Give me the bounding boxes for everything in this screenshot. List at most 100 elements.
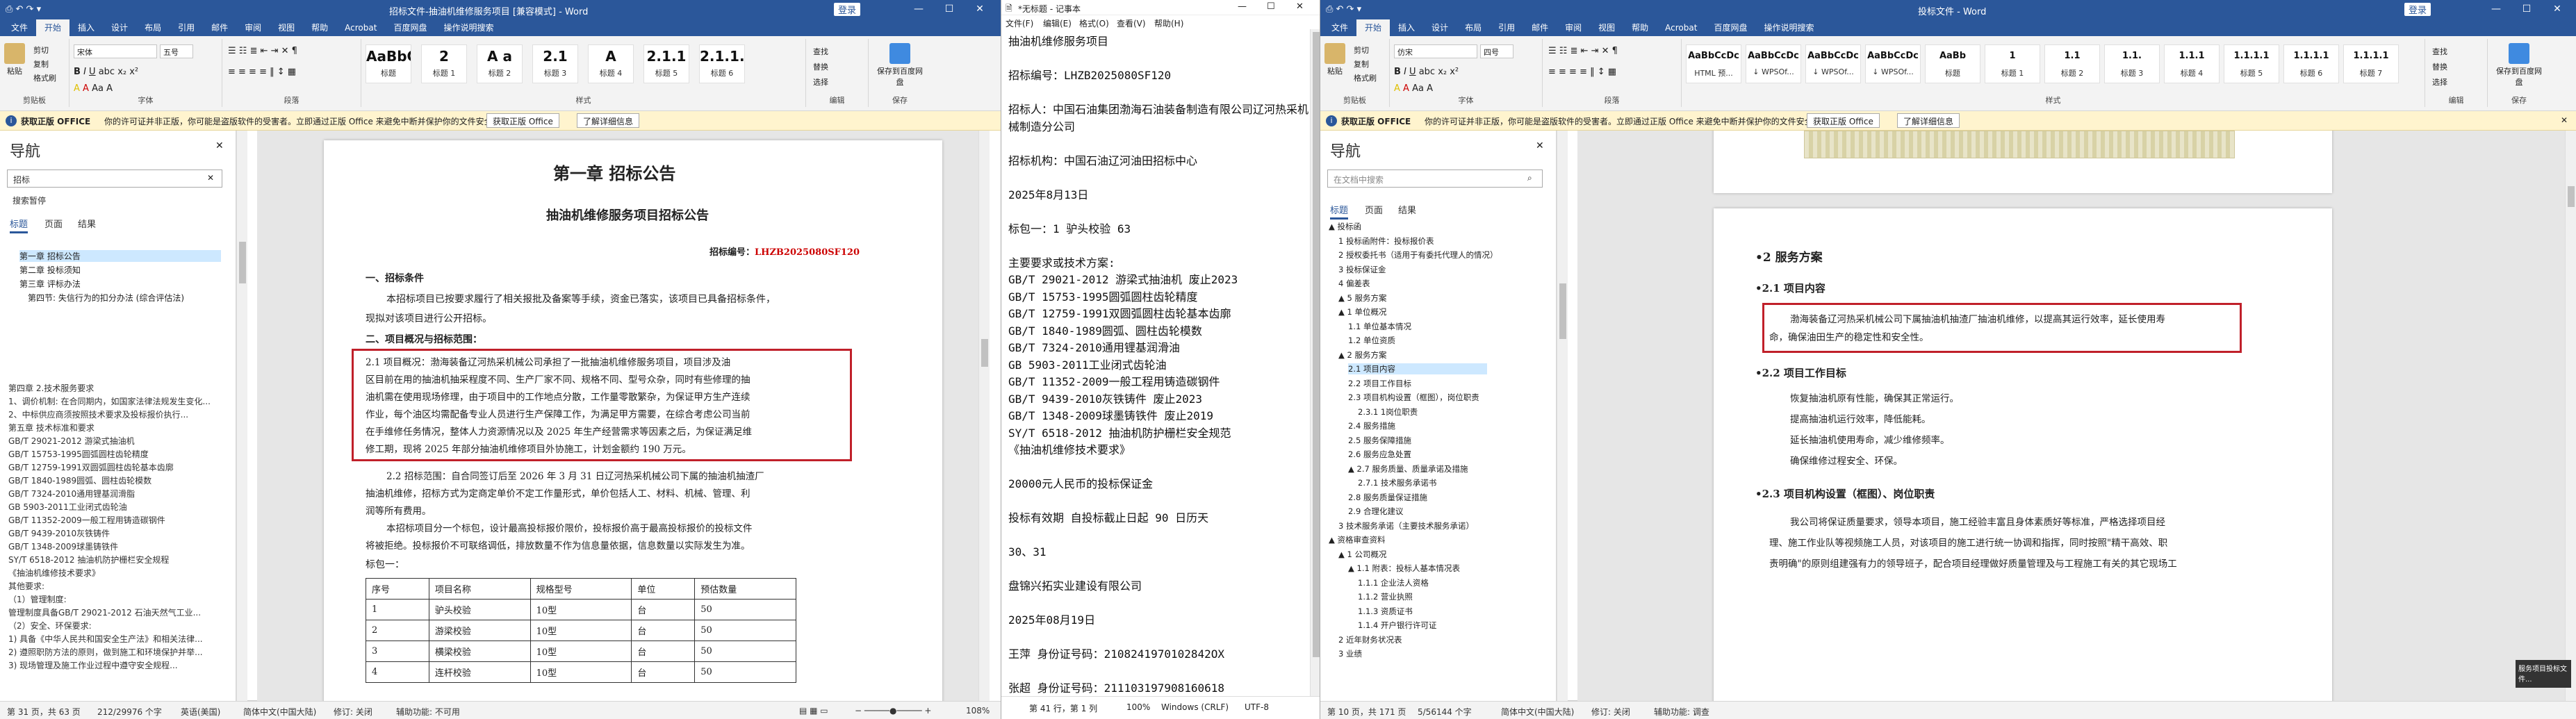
maximize-icon[interactable]: ☐ bbox=[1267, 1, 1275, 12]
nav-tree-item[interactable]: 2 授权委托书（适用于有委托代理人的情况） bbox=[1338, 249, 1498, 261]
tab-layout[interactable]: 布局 bbox=[1457, 19, 1490, 36]
document-scrollbar[interactable] bbox=[2565, 131, 2576, 701]
find-button[interactable]: 查找 bbox=[813, 46, 828, 57]
style-card[interactable]: A 标题 4 bbox=[588, 44, 634, 83]
style-card[interactable]: 2.1 标题 3 bbox=[532, 44, 578, 83]
page-count[interactable]: 第 10 页，共 171 页 bbox=[1327, 706, 1406, 718]
search-result[interactable]: 1、调价机制: 在合同期内，如国家法律法规发生变化... bbox=[8, 395, 229, 407]
format-painter-button[interactable]: 格式刷 bbox=[1354, 72, 1377, 83]
font-name-select[interactable]: 宋体 bbox=[74, 44, 157, 58]
tab-home[interactable]: 开始 bbox=[1356, 19, 1390, 36]
search-result[interactable]: 其他要求: bbox=[8, 580, 229, 592]
get-office-button[interactable]: 获取正版 Office bbox=[486, 113, 559, 128]
font-size-select[interactable]: 四号 bbox=[1480, 44, 1513, 58]
search-result[interactable]: GB/T 11352-2009一般工程用铸造碳钢件 bbox=[8, 514, 229, 526]
nav-tab-pages[interactable]: 页面 bbox=[1365, 203, 1383, 216]
close-icon[interactable]: ✕ bbox=[2542, 0, 2573, 18]
tab-references[interactable]: 引用 bbox=[170, 19, 203, 36]
nav-scrollbar[interactable] bbox=[236, 131, 247, 701]
tab-review[interactable]: 审阅 bbox=[1557, 19, 1590, 36]
save-baidu-button[interactable]: 保存到百度网盘 bbox=[2496, 43, 2542, 88]
tell-me-search[interactable]: 操作说明搜索 bbox=[435, 19, 502, 36]
search-result[interactable]: GB/T 1840-1989圆弧、圆柱齿轮模数 bbox=[8, 474, 229, 486]
menu-view[interactable]: 查看(V) bbox=[1117, 17, 1146, 29]
menu-format[interactable]: 格式(O) bbox=[1079, 17, 1109, 29]
style-card[interactable]: 1.1.1.1 标题 5 bbox=[2224, 44, 2279, 83]
nav-tree-item[interactable]: 3 投标保证金 bbox=[1338, 264, 1386, 275]
tab-baidu[interactable]: 百度网盘 bbox=[1705, 19, 1755, 36]
nav-tree-item[interactable]: 2.3 项目机构设置（框图），岗位职责 bbox=[1348, 392, 1479, 403]
search-result[interactable]: GB/T 12759-1991双圆弧圆柱齿轮基本齿廓 bbox=[8, 461, 229, 473]
style-card[interactable]: AaBbCcDc ↓ WPSOf... bbox=[1746, 44, 1801, 83]
language-2[interactable]: 简体中文(中国大陆) bbox=[243, 706, 316, 718]
nav-tree-item[interactable]: 2.2 项目工作目标 bbox=[1348, 378, 1411, 389]
nav-tree-item[interactable]: ▲ 1 单位概况 bbox=[1338, 306, 1386, 317]
nav-tree-item[interactable]: 2.7.1 技术服务承诺书 bbox=[1358, 477, 1436, 488]
find-button[interactable]: 查找 bbox=[2432, 46, 2447, 57]
nav-tree-item[interactable]: 2.1 项目内容 bbox=[1348, 363, 1487, 374]
nav-tree-item[interactable]: 2.6 服务应急处置 bbox=[1348, 449, 1411, 460]
style-card[interactable]: AaBbCcDc ↓ WPSOf... bbox=[1865, 44, 1921, 83]
tell-me-search[interactable]: 操作说明搜索 bbox=[1755, 19, 1822, 36]
tab-insert[interactable]: 插入 bbox=[69, 19, 103, 36]
paste-button[interactable]: 粘贴 bbox=[4, 43, 25, 76]
clear-search-icon[interactable]: ✕ bbox=[207, 173, 214, 183]
font-color-buttons[interactable]: A A Aa A bbox=[1394, 83, 1433, 94]
menu-file[interactable]: 文件(F) bbox=[1006, 17, 1033, 29]
search-result[interactable]: 管理制度具备GB/T 29021-2012 石油天然气工业... bbox=[8, 606, 229, 618]
nav-tree-item[interactable]: 3 业绩 bbox=[1338, 648, 1362, 659]
tab-help[interactable]: 帮助 bbox=[1623, 19, 1657, 36]
copy-button[interactable]: 复制 bbox=[33, 58, 49, 69]
notepad-scrollbar[interactable] bbox=[1310, 29, 1320, 696]
nav-tree-item[interactable]: 1.1.3 资质证书 bbox=[1358, 606, 1413, 617]
tab-mailings[interactable]: 邮件 bbox=[1523, 19, 1557, 36]
document-page[interactable]: 第一章 招标公告 抽油机维修服务项目招标公告 招标编号：LHZB2025080S… bbox=[324, 140, 942, 701]
tab-design[interactable]: 设计 bbox=[1423, 19, 1457, 36]
search-result[interactable]: 1) 具备《中华人民共和国安全生产法》和相关法律... bbox=[8, 633, 229, 645]
nav-tab-headings[interactable]: 标题 bbox=[1330, 203, 1349, 220]
style-card[interactable]: 1.1.1 标题 4 bbox=[2164, 44, 2220, 83]
minimize-icon[interactable]: — bbox=[903, 0, 934, 18]
search-result[interactable]: 2、中标供应商须按照技术要求及投标报价执行... bbox=[8, 408, 229, 420]
get-office-button[interactable]: 获取正版 Office bbox=[1807, 113, 1880, 128]
nav-tree-item[interactable]: ▲ 5 服务方案 bbox=[1338, 292, 1386, 304]
search-result[interactable]: 第五章 技术标准和要求 bbox=[8, 422, 229, 433]
tab-insert[interactable]: 插入 bbox=[1390, 19, 1423, 36]
nav-tree-item[interactable]: ▲ 1.1 附表：投标人基本情况表 bbox=[1348, 563, 1460, 574]
maximize-icon[interactable]: ☐ bbox=[2511, 0, 2542, 18]
nav-tree-item[interactable]: 1.1.1 企业法人资格 bbox=[1358, 577, 1429, 588]
maximize-icon[interactable]: ☐ bbox=[934, 0, 965, 18]
format-painter-button[interactable]: 格式刷 bbox=[33, 72, 56, 83]
word-count[interactable]: 212/29976 个字 bbox=[97, 706, 162, 718]
nav-tree-item[interactable]: 1.1 单位基本情况 bbox=[1348, 321, 1411, 332]
style-card[interactable]: AaBb 标题 bbox=[1925, 44, 1980, 83]
style-card[interactable]: 2.1.1 标题 5 bbox=[643, 44, 689, 83]
nav-tree-item[interactable]: 1.1.4 开户银行许可证 bbox=[1358, 620, 1436, 631]
previous-page[interactable] bbox=[1714, 131, 2332, 193]
nav-tab-results[interactable]: 结果 bbox=[78, 217, 96, 230]
search-result[interactable]: 《抽油机维修技术要求》 bbox=[8, 567, 229, 579]
select-button[interactable]: 选择 bbox=[813, 76, 828, 88]
font-color-buttons[interactable]: A A Aa A bbox=[74, 83, 113, 94]
copy-button[interactable]: 复制 bbox=[1354, 58, 1369, 69]
close-icon[interactable]: ✕ bbox=[965, 0, 995, 18]
nav-search-input[interactable]: 招标 bbox=[7, 170, 222, 188]
select-button[interactable]: 选择 bbox=[2432, 76, 2447, 88]
align-buttons[interactable]: ≡ ≡ ≡ ≡ ‖ ↕ ▦ bbox=[228, 67, 296, 77]
nav-heading-item[interactable]: 第一章 招标公告 bbox=[19, 250, 221, 262]
zoom-level[interactable]: 108% bbox=[966, 706, 990, 716]
cut-button[interactable]: 剪切 bbox=[1354, 44, 1369, 56]
quick-access[interactable]: ⎙ ↶ ↷ ▾ bbox=[1326, 4, 1361, 15]
tab-acrobat[interactable]: Acrobat bbox=[336, 19, 385, 36]
search-result[interactable]: SY/T 6518-2012 抽油机防护栅栏安全规程 bbox=[8, 554, 229, 565]
language[interactable]: 英语(美国) bbox=[181, 706, 220, 718]
nav-tree-item[interactable]: 2.8 服务质量保证措施 bbox=[1348, 492, 1427, 503]
style-card[interactable]: 1.1 标题 2 bbox=[2044, 44, 2100, 83]
search-result[interactable]: GB/T 9439-2010灰铁铸件 bbox=[8, 527, 229, 539]
search-result[interactable]: （2）安全、环保要求: bbox=[8, 620, 229, 631]
tab-view[interactable]: 视图 bbox=[1590, 19, 1623, 36]
font-format-buttons[interactable]: B I U abc x₂ x² bbox=[1394, 67, 1459, 77]
style-card[interactable]: 2 标题 1 bbox=[421, 44, 467, 83]
tab-references[interactable]: 引用 bbox=[1490, 19, 1523, 36]
nav-tree-item[interactable]: 1.2 单位资质 bbox=[1348, 335, 1395, 346]
